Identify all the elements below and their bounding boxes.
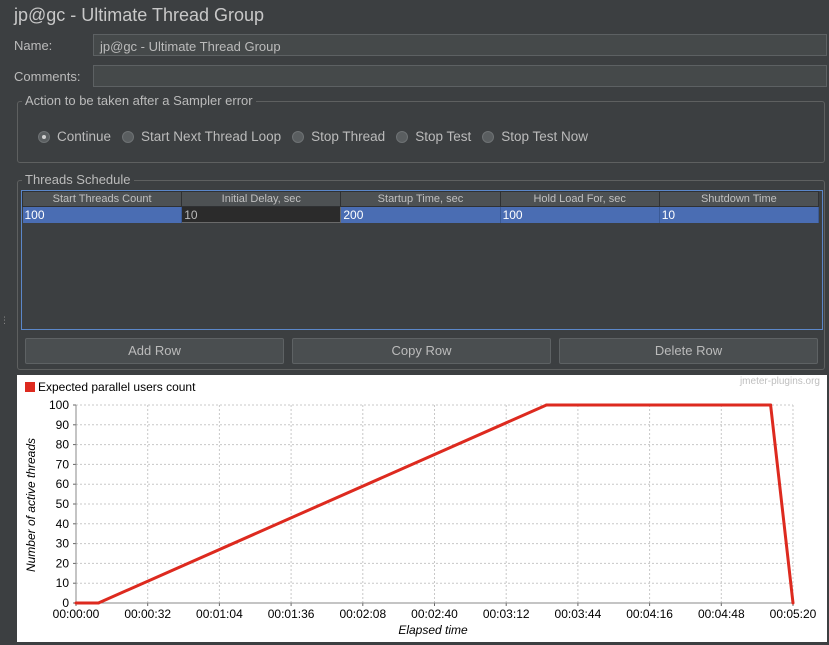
y-tick-label: 60 — [56, 477, 70, 491]
table-cell[interactable]: 10 — [659, 206, 820, 223]
sampler-error-options: Continue Start Next Thread Loop Stop Thr… — [38, 129, 599, 144]
y-tick-label: 70 — [56, 457, 70, 471]
legend-label: Expected parallel users count — [38, 380, 196, 394]
y-axis-label: Number of active threads — [24, 438, 38, 572]
chart-grid — [76, 404, 794, 603]
radio-stop-thread[interactable]: Stop Thread — [292, 129, 385, 144]
threads-schedule-group: Threads Schedule Start Threads Count Ini… — [17, 172, 825, 370]
x-tick-label: 00:02:40 — [411, 607, 458, 621]
x-tick-label: 00:02:08 — [339, 607, 386, 621]
column-header[interactable]: Start Threads Count — [21, 191, 183, 207]
y-tick-label: 40 — [56, 517, 70, 531]
splitter-handle-icon[interactable]: ⋮ — [0, 316, 9, 330]
radio-label: Continue — [57, 129, 112, 144]
table-cell-editing[interactable]: 10 — [181, 206, 342, 223]
x-tick-label: 00:04:48 — [698, 607, 745, 621]
series-point — [769, 403, 773, 407]
name-label: Name: — [14, 38, 53, 53]
x-tick-label: 00:00:32 — [124, 607, 171, 621]
radio-start-next-thread-loop[interactable]: Start Next Thread Loop — [122, 129, 281, 144]
radio-icon[interactable] — [482, 130, 495, 143]
radio-icon[interactable] — [122, 130, 135, 143]
x-tick-label: 00:01:04 — [196, 607, 243, 621]
x-axis-label: Elapsed time — [398, 623, 468, 637]
column-header[interactable]: Startup Time, sec — [340, 191, 501, 207]
radio-icon[interactable] — [396, 130, 409, 143]
column-header[interactable]: Hold Load For, sec — [499, 191, 660, 207]
series-point — [96, 601, 100, 605]
column-header[interactable]: Shutdown Time — [658, 191, 820, 207]
delete-row-button[interactable]: Delete Row — [559, 338, 818, 364]
x-tick-label: 00:03:12 — [483, 607, 530, 621]
radio-stop-test[interactable]: Stop Test — [396, 129, 471, 144]
radio-icon[interactable] — [292, 130, 305, 143]
schedule-table: Start Threads Count Initial Delay, sec S… — [21, 191, 820, 223]
chart-panel: 00:00:00 00:00:32 00:01:04 00:01:36 00:02:08… — [17, 375, 827, 642]
y-tick-label: 50 — [56, 497, 70, 511]
chart-watermark: jmeter-plugins.org — [739, 376, 820, 387]
users-chart: 00:00:00 00:00:32 00:01:04 00:01:36 00:02:08… — [24, 376, 820, 637]
y-tick-label: 10 — [56, 576, 70, 590]
x-tick-label: 00:05:20 — [770, 607, 817, 621]
y-tick-label: 20 — [56, 556, 70, 570]
radio-stop-test-now[interactable]: Stop Test Now — [482, 129, 588, 144]
schedule-table-container: Start Threads Count Initial Delay, sec S… — [21, 190, 823, 330]
comments-label: Comments: — [14, 69, 81, 84]
series-point — [74, 601, 78, 605]
table-header-row: Start Threads Count Initial Delay, sec S… — [21, 191, 820, 207]
chart-axes — [73, 404, 794, 606]
page-title: jp@gc - Ultimate Thread Group — [14, 5, 265, 25]
name-field[interactable]: jp@gc - Ultimate Thread Group — [93, 34, 827, 56]
table-row[interactable]: 100 10 200 100 10 — [22, 206, 820, 223]
copy-row-button[interactable]: Copy Row — [292, 338, 551, 364]
sampler-error-group: Action to be taken after a Sampler error… — [17, 93, 825, 163]
table-cell[interactable]: 100 — [500, 206, 660, 223]
x-tick-label: 00:00:00 — [53, 607, 100, 621]
threads-schedule-legend: Threads Schedule — [22, 172, 134, 187]
radio-label: Stop Test Now — [501, 129, 589, 144]
sampler-error-legend: Action to be taken after a Sampler error — [22, 93, 256, 108]
x-tick-label: 00:04:16 — [626, 607, 673, 621]
radio-continue[interactable]: Continue — [38, 129, 111, 144]
table-cell[interactable]: 200 — [340, 206, 501, 223]
y-tick-label: 100 — [49, 398, 69, 412]
chart-ticks: 00:00:00 00:00:32 00:01:04 00:01:36 00:02:08… — [49, 398, 817, 621]
legend-swatch — [25, 382, 35, 392]
series-point — [545, 403, 549, 407]
radio-label: Stop Thread — [311, 129, 386, 144]
series-point — [791, 601, 795, 605]
comments-field[interactable] — [93, 65, 827, 87]
radio-label: Start Next Thread Loop — [141, 129, 282, 144]
y-tick-label: 90 — [56, 418, 70, 432]
x-tick-label: 00:03:44 — [555, 607, 602, 621]
table-cell[interactable]: 100 — [22, 206, 183, 223]
x-tick-label: 00:01:36 — [268, 607, 315, 621]
y-tick-label: 80 — [56, 438, 70, 452]
y-tick-label: 30 — [56, 537, 70, 551]
radio-label: Stop Test — [415, 129, 472, 144]
radio-selected-icon[interactable] — [38, 130, 50, 143]
add-row-button[interactable]: Add Row — [25, 338, 284, 364]
column-header[interactable]: Initial Delay, sec — [181, 191, 342, 207]
y-tick-label: 0 — [62, 596, 69, 610]
